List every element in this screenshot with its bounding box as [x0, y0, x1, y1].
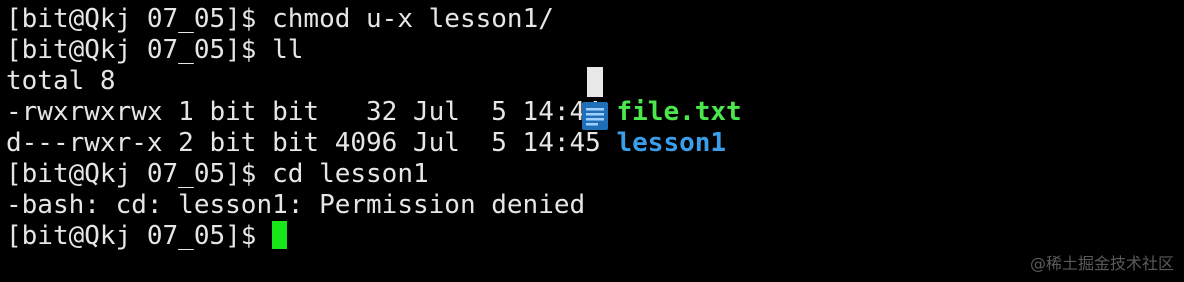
- command-text: chmod u-x lesson1/: [272, 4, 554, 34]
- shell-prompt: [bit@Qkj 07_05]$: [6, 35, 273, 65]
- watermark: @稀土掘金技术社区: [1029, 254, 1174, 273]
- text-cursor: [272, 221, 288, 249]
- shell-prompt: [bit@Qkj 07_05]$: [6, 159, 273, 189]
- file-metadata: -rwxrwxrwx 1 bit bit 32 Jul 5 14:44: [6, 97, 617, 127]
- document-icon: [582, 102, 608, 130]
- ghost-cursor-block: [587, 67, 603, 97]
- directory-metadata: d---rwxr-x 2 bit bit 4096 Jul 5 14:45: [6, 128, 617, 158]
- terminal-line: [bit@Qkj 07_05]$ chmod u-x lesson1/: [6, 4, 1184, 35]
- shell-prompt: [bit@Qkj 07_05]$: [6, 221, 273, 251]
- listing-row-directory: d---rwxr-x 2 bit bit 4096 Jul 5 14:45 le…: [6, 128, 1184, 159]
- file-name: file.txt: [616, 97, 742, 127]
- command-text: ll: [272, 35, 304, 65]
- command-text: cd lesson1: [272, 159, 429, 189]
- terminal-line: [bit@Qkj 07_05]$ ll: [6, 35, 1184, 66]
- shell-prompt: [bit@Qkj 07_05]$: [6, 4, 273, 34]
- terminal-line: [bit@Qkj 07_05]$ cd lesson1: [6, 159, 1184, 190]
- terminal-window[interactable]: [bit@Qkj 07_05]$ chmod u-x lesson1/ [bit…: [0, 0, 1184, 282]
- directory-name: lesson1: [616, 128, 727, 158]
- active-prompt-line[interactable]: [bit@Qkj 07_05]$: [6, 221, 1184, 252]
- error-message: -bash: cd: lesson1: Permission denied: [6, 190, 586, 220]
